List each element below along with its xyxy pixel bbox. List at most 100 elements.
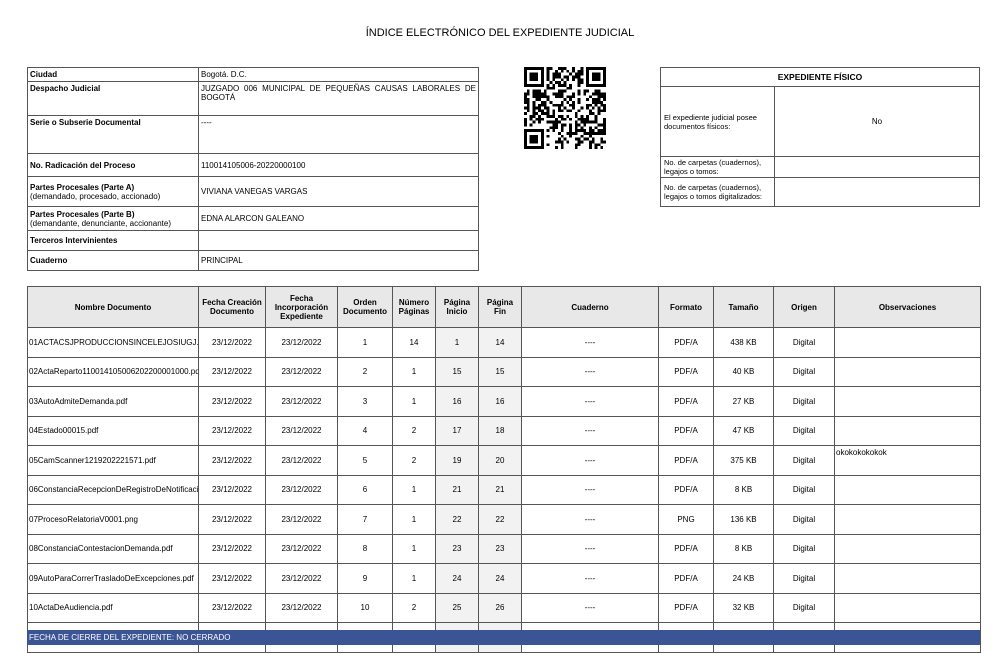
doc-end-page: 14 — [478, 327, 522, 358]
doc-size: 32 KB — [713, 592, 774, 623]
doc-origin: Digital — [773, 445, 835, 476]
doc-format: PDF/A — [658, 386, 714, 417]
doc-format: PDF/A — [658, 327, 714, 358]
terceros-value — [198, 230, 479, 251]
doc-order: 7 — [337, 504, 393, 535]
table-row: 09AutoParaCorrerTrasladoDeExcepciones.pd… — [27, 563, 981, 594]
doc-incorporation-date: 23/12/2022 — [265, 386, 338, 417]
page-title: ÍNDICE ELECTRÓNICO DEL EXPEDIENTE JUDICI… — [365, 27, 635, 39]
serie-value: ---- — [198, 115, 479, 154]
doc-size: 8 KB — [713, 533, 774, 564]
doc-pages: 1 — [392, 533, 436, 564]
doc-incorporation-date: 23/12/2022 — [265, 445, 338, 476]
doc-creation-date: 23/12/2022 — [198, 415, 266, 446]
documents-table: Nombre Documento Fecha Creación Document… — [27, 286, 981, 653]
doc-cuaderno: ---- — [521, 415, 659, 446]
doc-cuaderno: ---- — [521, 474, 659, 505]
radicacion-value: 110014105006-20220000100 — [198, 153, 479, 177]
digitized-folders-question: No. de carpetas (cuadernos), legajos o t… — [660, 177, 775, 207]
doc-order: 5 — [337, 445, 393, 476]
doc-pages: 2 — [392, 415, 436, 446]
col-inicio: Página Inicio — [435, 286, 479, 328]
doc-name: 02ActaReparto110014105006202200001000.pd… — [27, 356, 199, 387]
parte-b-title: Partes Procesales (Parte B) — [30, 209, 135, 219]
doc-end-page: 18 — [478, 415, 522, 446]
doc-cuaderno: ---- — [521, 504, 659, 535]
col-nombre: Nombre Documento — [27, 286, 199, 328]
doc-creation-date: 23/12/2022 — [198, 563, 266, 594]
doc-observations — [834, 415, 981, 446]
doc-start-page: 25 — [435, 592, 479, 623]
doc-order: 4 — [337, 415, 393, 446]
col-cuaderno: Cuaderno — [521, 286, 659, 328]
doc-origin: Digital — [773, 504, 835, 535]
doc-format: PDF/A — [658, 474, 714, 505]
doc-observations — [834, 356, 981, 387]
table-row: 06ConstanciaRecepcionDeRegistroDeNotific… — [27, 474, 981, 505]
doc-start-page: 17 — [435, 415, 479, 446]
doc-name: 10ActaDeAudiencia.pdf — [27, 592, 199, 623]
doc-order: 9 — [337, 563, 393, 594]
table-row: 02ActaReparto110014105006202200001000.pd… — [27, 356, 981, 387]
doc-order: 8 — [337, 533, 393, 564]
doc-format: PDF/A — [658, 415, 714, 446]
doc-name: 08ConstanciaContestacionDemanda.pdf — [27, 533, 199, 564]
doc-origin: Digital — [773, 327, 835, 358]
cuaderno-value: PRINCIPAL — [198, 250, 479, 271]
doc-origin: Digital — [773, 563, 835, 594]
parte-b-value: EDNA ALARCON GALEANO — [198, 206, 479, 231]
doc-cuaderno: ---- — [521, 592, 659, 623]
doc-pages: 1 — [392, 474, 436, 505]
doc-pages: 1 — [392, 504, 436, 535]
parte-b-label: Partes Procesales (Parte B) (demandante,… — [27, 206, 199, 231]
doc-name: 09AutoParaCorrerTrasladoDeExcepciones.pd… — [27, 563, 199, 594]
physical-file-header: EXPEDIENTE FÍSICO — [660, 67, 980, 87]
doc-incorporation-date: 23/12/2022 — [265, 356, 338, 387]
doc-end-page: 20 — [478, 445, 522, 476]
doc-size: 375 KB — [713, 445, 774, 476]
physical-docs-question: El expediente judicial posee documentos … — [660, 86, 775, 157]
doc-format: PDF/A — [658, 356, 714, 387]
doc-pages: 14 — [392, 327, 436, 358]
folders-answer — [774, 156, 980, 178]
doc-size: 24 KB — [713, 563, 774, 594]
doc-start-page: 15 — [435, 356, 479, 387]
col-creacion: Fecha Creación Documento — [198, 286, 266, 328]
folders-question: No. de carpetas (cuadernos), legajos o t… — [660, 156, 775, 178]
doc-origin: Digital — [773, 533, 835, 564]
parte-a-title: Partes Procesales (Parte A) — [30, 182, 135, 192]
parte-a-label: Partes Procesales (Parte A) (demandado, … — [27, 176, 199, 207]
cuaderno-label: Cuaderno — [27, 250, 199, 271]
doc-start-page: 1 — [435, 327, 479, 358]
table-header-row: Nombre Documento Fecha Creación Document… — [27, 286, 981, 328]
doc-end-page: 15 — [478, 356, 522, 387]
col-observaciones: Observaciones — [834, 286, 981, 328]
doc-observations — [834, 474, 981, 505]
doc-start-page: 23 — [435, 533, 479, 564]
table-row: 01ACTACSJPRODUCCIONSINCELEJOSIUGJ.pdf 23/… — [27, 327, 981, 358]
doc-observations — [834, 592, 981, 623]
doc-origin: Digital — [773, 474, 835, 505]
doc-observations: okokokokokok — [834, 445, 981, 476]
physical-docs-answer: No — [774, 86, 980, 157]
table-row: 05CamScanner1219202221571.pdf 23/12/2022 2… — [27, 445, 981, 476]
doc-incorporation-date: 23/12/2022 — [265, 474, 338, 505]
doc-origin: Digital — [773, 415, 835, 446]
doc-incorporation-date: 23/12/2022 — [265, 592, 338, 623]
doc-creation-date: 23/12/2022 — [198, 592, 266, 623]
doc-observations — [834, 504, 981, 535]
doc-origin: Digital — [773, 356, 835, 387]
doc-size: 136 KB — [713, 504, 774, 535]
doc-origin: Digital — [773, 386, 835, 417]
col-formato: Formato — [658, 286, 714, 328]
doc-incorporation-date: 23/12/2022 — [265, 533, 338, 564]
doc-name: 07ProcesoRelatoriaV0001.png — [27, 504, 199, 535]
doc-creation-date: 23/12/2022 — [198, 445, 266, 476]
doc-incorporation-date: 23/12/2022 — [265, 415, 338, 446]
doc-cuaderno: ---- — [521, 563, 659, 594]
doc-creation-date: 23/12/2022 — [198, 533, 266, 564]
doc-format: PDF/A — [658, 563, 714, 594]
doc-pages: 1 — [392, 386, 436, 417]
doc-format: PDF/A — [658, 533, 714, 564]
doc-pages: 1 — [392, 563, 436, 594]
